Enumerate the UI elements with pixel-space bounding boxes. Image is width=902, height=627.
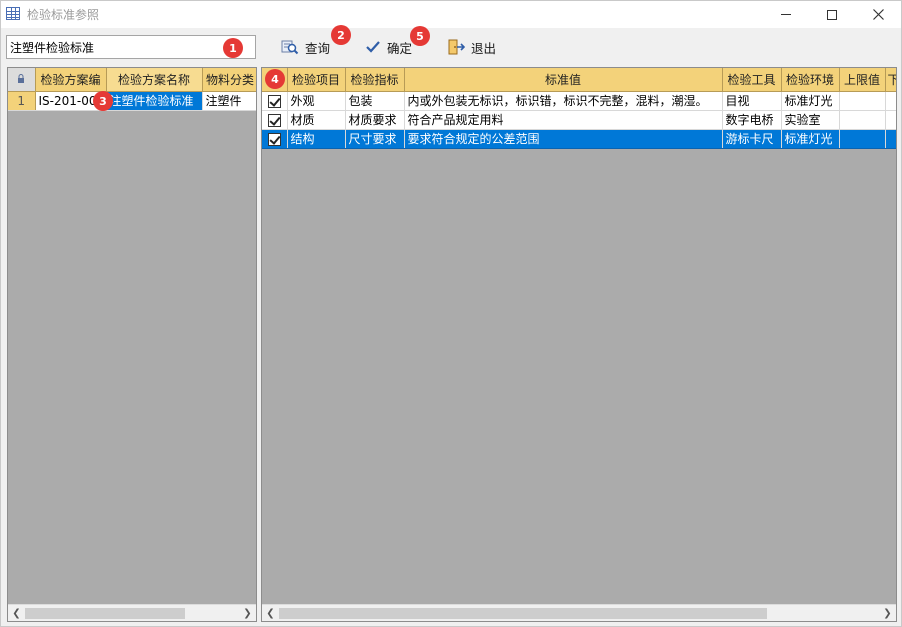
cell-lower-limit[interactable] bbox=[885, 91, 896, 111]
callout-badge-1: 1 bbox=[223, 38, 243, 58]
exit-button[interactable]: 退出 bbox=[447, 36, 496, 58]
row-checkbox[interactable] bbox=[262, 129, 288, 149]
search-input[interactable] bbox=[7, 36, 217, 58]
cell-lower-limit[interactable] bbox=[885, 110, 896, 130]
cell-inspection-tool[interactable]: 数字电桥 bbox=[722, 110, 782, 130]
plan-grid-header: 检验方案编 检验方案名称 物料分类 bbox=[8, 68, 256, 92]
table-row[interactable]: 外观 包装 内或外包装无标识，标识错，标识不完整，混料，潮湿。 目视 标准灯光 bbox=[262, 91, 896, 111]
cell-inspection-env[interactable]: 实验室 bbox=[781, 110, 840, 130]
scroll-thumb[interactable] bbox=[279, 608, 767, 619]
check-icon bbox=[366, 41, 380, 53]
minimize-button[interactable] bbox=[763, 1, 809, 28]
table-row[interactable]: 1 IS-201-00 注塑件检验标准 注塑件 bbox=[8, 91, 256, 111]
cell-upper-limit[interactable] bbox=[839, 129, 886, 149]
query-button[interactable]: 查询 bbox=[281, 36, 330, 58]
maximize-button[interactable] bbox=[809, 1, 855, 28]
callout-badge-4: 4 bbox=[265, 69, 285, 89]
col-header-upper-limit[interactable]: 上限值 bbox=[839, 68, 886, 92]
scroll-left-icon[interactable]: ❮ bbox=[8, 605, 25, 621]
search-box[interactable] bbox=[6, 35, 256, 59]
col-header-plan-name[interactable]: 检验方案名称 bbox=[106, 68, 203, 92]
cell-upper-limit[interactable] bbox=[839, 110, 886, 130]
row-checkbox[interactable] bbox=[262, 91, 288, 111]
standard-grid[interactable]: 检验项目 检验指标 标准值 检验工具 检验环境 上限值 下 外观 包装 内或外包… bbox=[261, 67, 897, 622]
checkbox-checked-icon[interactable] bbox=[267, 94, 281, 108]
query-icon bbox=[281, 40, 299, 55]
lock-icon bbox=[18, 74, 25, 84]
col-header-inspection-tool[interactable]: 检验工具 bbox=[722, 68, 782, 92]
row-checkbox[interactable] bbox=[262, 110, 288, 130]
table-row[interactable]: 材质 材质要求 符合产品规定用料 数字电桥 实验室 bbox=[262, 110, 896, 130]
cell-inspection-env[interactable]: 标准灯光 bbox=[781, 91, 840, 111]
cell-plan-name[interactable]: 注塑件检验标准 bbox=[106, 91, 203, 111]
scroll-left-icon[interactable]: ❮ bbox=[262, 605, 279, 621]
col-header-plan-code[interactable]: 检验方案编 bbox=[35, 68, 107, 92]
cell-upper-limit[interactable] bbox=[839, 91, 886, 111]
cell-standard-value[interactable]: 内或外包装无标识，标识错，标识不完整，混料，潮湿。 bbox=[404, 91, 723, 111]
scroll-right-icon[interactable]: ❯ bbox=[879, 605, 896, 621]
callout-badge-3: 3 bbox=[93, 91, 113, 111]
col-header-inspection-item[interactable]: 检验项目 bbox=[287, 68, 346, 92]
confirm-button[interactable]: 确定 bbox=[365, 36, 412, 58]
cell-material-category[interactable]: 注塑件 bbox=[202, 91, 256, 111]
confirm-label: 确定 bbox=[387, 40, 413, 56]
cell-lower-limit[interactable] bbox=[885, 129, 896, 149]
table-icon bbox=[6, 7, 20, 20]
cell-inspection-index[interactable]: 包装 bbox=[345, 91, 405, 111]
col-header-lower-limit[interactable]: 下 bbox=[885, 68, 896, 92]
close-button[interactable] bbox=[855, 1, 901, 28]
cell-standard-value[interactable]: 要求符合规定的公差范围 bbox=[404, 129, 723, 149]
cell-inspection-index[interactable]: 材质要求 bbox=[345, 110, 405, 130]
scroll-thumb[interactable] bbox=[25, 608, 185, 619]
reference-window: 检验标准参照 1 查询 2 确定 5 退出 bbox=[0, 0, 902, 627]
standard-grid-header: 检验项目 检验指标 标准值 检验工具 检验环境 上限值 下 bbox=[262, 68, 896, 92]
col-header-standard-value[interactable]: 标准值 bbox=[404, 68, 723, 92]
minimize-icon bbox=[781, 14, 791, 15]
row-number: 1 bbox=[8, 91, 36, 111]
maximize-icon bbox=[827, 9, 837, 20]
exit-label: 退出 bbox=[471, 40, 497, 56]
callout-badge-5: 5 bbox=[410, 26, 430, 46]
cell-inspection-index[interactable]: 尺寸要求 bbox=[345, 129, 405, 149]
checkbox-checked-icon[interactable] bbox=[267, 132, 281, 146]
cell-standard-value[interactable]: 符合产品规定用料 bbox=[404, 110, 723, 130]
cell-inspection-tool[interactable]: 游标卡尺 bbox=[722, 129, 782, 149]
plan-grid[interactable]: 检验方案编 检验方案名称 物料分类 1 IS-201-00 注塑件检验标准 注塑… bbox=[7, 67, 257, 622]
table-row-selected[interactable]: 结构 尺寸要求 要求符合规定的公差范围 游标卡尺 标准灯光 bbox=[262, 129, 896, 149]
close-icon bbox=[872, 9, 884, 20]
col-header-inspection-env[interactable]: 检验环境 bbox=[781, 68, 840, 92]
col-header-inspection-index[interactable]: 检验指标 bbox=[345, 68, 405, 92]
title-bar: 检验标准参照 bbox=[1, 1, 901, 28]
right-horizontal-scrollbar[interactable]: ❮ ❯ bbox=[262, 604, 896, 621]
grid-lock-corner[interactable] bbox=[8, 68, 36, 92]
col-header-material-category[interactable]: 物料分类 bbox=[202, 68, 256, 92]
cell-inspection-item[interactable]: 材质 bbox=[287, 110, 346, 130]
callout-badge-2: 2 bbox=[331, 25, 351, 45]
exit-door-icon bbox=[448, 39, 465, 55]
cell-inspection-item[interactable]: 结构 bbox=[287, 129, 346, 149]
left-horizontal-scrollbar[interactable]: ❮ ❯ bbox=[8, 604, 256, 621]
cell-inspection-tool[interactable]: 目视 bbox=[722, 91, 782, 111]
window-title: 检验标准参照 bbox=[27, 8, 100, 22]
scroll-right-icon[interactable]: ❯ bbox=[239, 605, 256, 621]
query-label: 查询 bbox=[305, 40, 331, 56]
cell-inspection-env[interactable]: 标准灯光 bbox=[781, 129, 840, 149]
cell-inspection-item[interactable]: 外观 bbox=[287, 91, 346, 111]
checkbox-checked-icon[interactable] bbox=[267, 113, 281, 127]
